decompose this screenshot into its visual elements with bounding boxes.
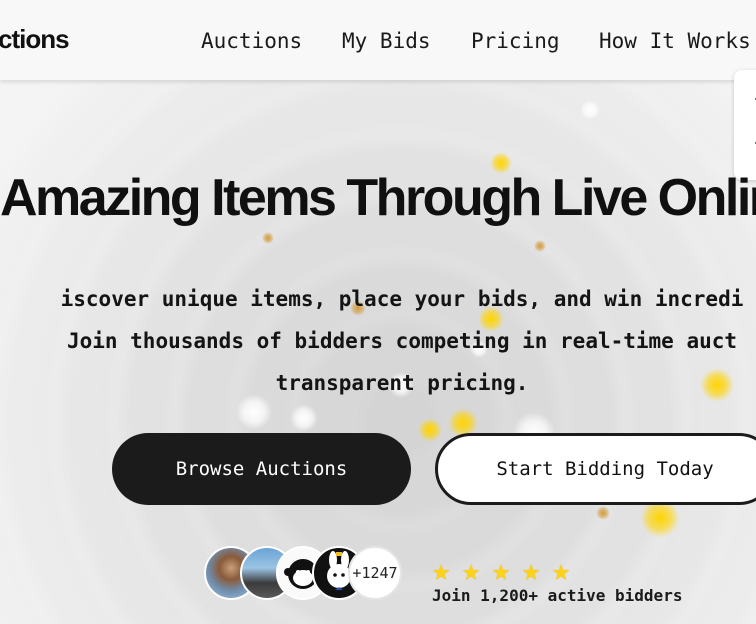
browse-auctions-button[interactable]: Browse Auctions: [112, 433, 411, 505]
star-icon: ★: [492, 553, 510, 588]
nav-link-pricing[interactable]: Pricing: [471, 29, 560, 53]
side-widget-icon: ·: [752, 136, 756, 152]
hero-title: Amazing Items Through Live Onlin: [0, 169, 756, 227]
hero-subtitle-line: Join thousands of bidders competing in r…: [66, 329, 738, 353]
star-icon: ★: [522, 553, 540, 588]
sparkle: [290, 404, 318, 432]
top-navbar: ctions Auctions My Bids Pricing How It W…: [0, 0, 756, 80]
sparkle: [262, 232, 274, 244]
hero-subtitle-line: iscover unique items, place your bids, a…: [60, 287, 744, 311]
hero-subtitle-line: transparent pricing.: [275, 371, 529, 395]
star-icon: ★: [432, 553, 450, 588]
star-icon: ★: [552, 553, 570, 588]
star-icon: ★: [462, 553, 480, 588]
nav-link-how-it-works[interactable]: How It Works: [599, 29, 751, 53]
start-bidding-button[interactable]: Start Bidding Today: [435, 433, 756, 505]
sparkle: [534, 240, 546, 252]
side-widget[interactable]: · ·: [734, 70, 756, 180]
sparkle: [596, 506, 610, 520]
nav-link-my-bids[interactable]: My Bids: [342, 29, 431, 53]
more-bidders-count: +1247: [348, 546, 402, 600]
brand-logo[interactable]: ctions: [0, 24, 70, 55]
hero-subtitle: iscover unique items, place your bids, a…: [0, 278, 756, 404]
rating-stars: ★ ★ ★ ★ ★: [432, 553, 582, 588]
sparkle: [580, 100, 600, 120]
sparkle: [418, 418, 442, 442]
nav-link-auctions[interactable]: Auctions: [201, 29, 302, 53]
side-widget-icon: ·: [752, 92, 756, 108]
active-bidders-note: Join 1,200+ active bidders: [432, 586, 683, 605]
